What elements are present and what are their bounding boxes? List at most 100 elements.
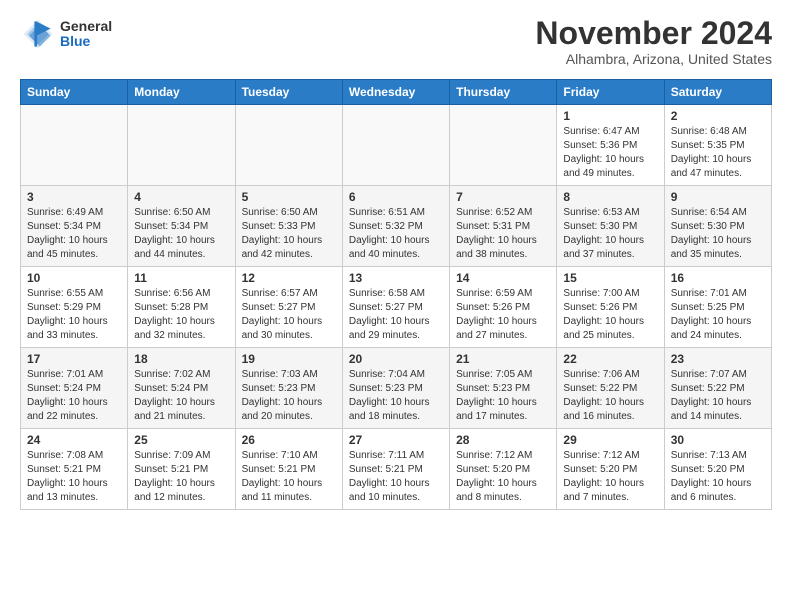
calendar-cell: 10 Sunrise: 6:55 AM Sunset: 5:29 PM Dayli…: [21, 267, 128, 348]
day-number: 20: [349, 352, 443, 366]
day-info: Sunrise: 7:06 AM Sunset: 5:22 PM Dayligh…: [563, 368, 657, 424]
day-number: 13: [349, 271, 443, 285]
calendar-cell: 17 Sunrise: 7:01 AM Sunset: 5:24 PM Dayli…: [21, 348, 128, 429]
calendar-cell: 27 Sunrise: 7:11 AM Sunset: 5:21 PM Dayli…: [342, 429, 449, 510]
day-number: 22: [563, 352, 657, 366]
day-info: Sunrise: 6:51 AM Sunset: 5:32 PM Dayligh…: [349, 206, 443, 262]
calendar-table: SundayMondayTuesdayWednesdayThursdayFrid…: [20, 79, 772, 510]
weekday-header-monday: Monday: [128, 80, 235, 105]
day-info: Sunrise: 7:10 AM Sunset: 5:21 PM Dayligh…: [242, 449, 336, 505]
calendar-cell: 7 Sunrise: 6:52 AM Sunset: 5:31 PM Daylig…: [450, 186, 557, 267]
day-number: 17: [27, 352, 121, 366]
calendar-cell: [235, 105, 342, 186]
day-number: 10: [27, 271, 121, 285]
title-area: November 2024 Alhambra, Arizona, United …: [535, 16, 772, 67]
calendar-cell: 3Sunrise: 6:49 AM Sunset: 5:34 PM Daylig…: [21, 186, 128, 267]
calendar-cell: 8 Sunrise: 6:53 AM Sunset: 5:30 PM Daylig…: [557, 186, 664, 267]
day-number: 2: [671, 109, 765, 123]
page: General Blue November 2024 Alhambra, Ari…: [0, 0, 792, 520]
day-number: 9: [671, 190, 765, 204]
day-info: Sunrise: 7:02 AM Sunset: 5:24 PM Dayligh…: [134, 368, 228, 424]
day-number: 18: [134, 352, 228, 366]
calendar-cell: [342, 105, 449, 186]
calendar-cell: 6 Sunrise: 6:51 AM Sunset: 5:32 PM Daylig…: [342, 186, 449, 267]
day-number: 11: [134, 271, 228, 285]
weekday-header-friday: Friday: [557, 80, 664, 105]
week-row-1: 3Sunrise: 6:49 AM Sunset: 5:34 PM Daylig…: [21, 186, 772, 267]
day-info: Sunrise: 6:50 AM Sunset: 5:33 PM Dayligh…: [242, 206, 336, 262]
day-number: 21: [456, 352, 550, 366]
day-info: Sunrise: 7:07 AM Sunset: 5:22 PM Dayligh…: [671, 368, 765, 424]
day-info: Sunrise: 6:47 AM Sunset: 5:36 PM Dayligh…: [563, 125, 657, 181]
calendar-cell: 5 Sunrise: 6:50 AM Sunset: 5:33 PM Daylig…: [235, 186, 342, 267]
day-number: 8: [563, 190, 657, 204]
day-info: Sunrise: 6:57 AM Sunset: 5:27 PM Dayligh…: [242, 287, 336, 343]
day-info: Sunrise: 7:00 AM Sunset: 5:26 PM Dayligh…: [563, 287, 657, 343]
calendar-cell: 19 Sunrise: 7:03 AM Sunset: 5:23 PM Dayli…: [235, 348, 342, 429]
day-number: 16: [671, 271, 765, 285]
day-number: 7: [456, 190, 550, 204]
day-number: 26: [242, 433, 336, 447]
weekday-header-saturday: Saturday: [664, 80, 771, 105]
day-number: 3: [27, 190, 121, 204]
day-info: Sunrise: 7:04 AM Sunset: 5:23 PM Dayligh…: [349, 368, 443, 424]
calendar-cell: 21 Sunrise: 7:05 AM Sunset: 5:23 PM Dayli…: [450, 348, 557, 429]
weekday-header-tuesday: Tuesday: [235, 80, 342, 105]
day-info: Sunrise: 7:05 AM Sunset: 5:23 PM Dayligh…: [456, 368, 550, 424]
day-info: Sunrise: 6:53 AM Sunset: 5:30 PM Dayligh…: [563, 206, 657, 262]
week-row-0: 1 Sunrise: 6:47 AM Sunset: 5:36 PM Daylig…: [21, 105, 772, 186]
logo-text: General Blue: [60, 19, 112, 50]
week-row-2: 10 Sunrise: 6:55 AM Sunset: 5:29 PM Dayli…: [21, 267, 772, 348]
day-info: Sunrise: 6:54 AM Sunset: 5:30 PM Dayligh…: [671, 206, 765, 262]
calendar-cell: 26 Sunrise: 7:10 AM Sunset: 5:21 PM Dayli…: [235, 429, 342, 510]
day-info: Sunrise: 7:11 AM Sunset: 5:21 PM Dayligh…: [349, 449, 443, 505]
calendar-cell: 12 Sunrise: 6:57 AM Sunset: 5:27 PM Dayli…: [235, 267, 342, 348]
calendar-cell: 11Sunrise: 6:56 AM Sunset: 5:28 PM Dayli…: [128, 267, 235, 348]
calendar-cell: 1 Sunrise: 6:47 AM Sunset: 5:36 PM Daylig…: [557, 105, 664, 186]
day-number: 6: [349, 190, 443, 204]
day-number: 23: [671, 352, 765, 366]
day-number: 1: [563, 109, 657, 123]
day-number: 29: [563, 433, 657, 447]
calendar-cell: 4Sunrise: 6:50 AM Sunset: 5:34 PM Daylig…: [128, 186, 235, 267]
week-row-4: 24 Sunrise: 7:08 AM Sunset: 5:21 PM Dayli…: [21, 429, 772, 510]
day-info: Sunrise: 7:03 AM Sunset: 5:23 PM Dayligh…: [242, 368, 336, 424]
day-number: 28: [456, 433, 550, 447]
day-info: Sunrise: 6:55 AM Sunset: 5:29 PM Dayligh…: [27, 287, 121, 343]
day-number: 30: [671, 433, 765, 447]
day-info: Sunrise: 6:52 AM Sunset: 5:31 PM Dayligh…: [456, 206, 550, 262]
calendar-cell: 29 Sunrise: 7:12 AM Sunset: 5:20 PM Dayli…: [557, 429, 664, 510]
location: Alhambra, Arizona, United States: [535, 51, 772, 67]
day-number: 24: [27, 433, 121, 447]
calendar-cell: 30 Sunrise: 7:13 AM Sunset: 5:20 PM Dayli…: [664, 429, 771, 510]
day-number: 27: [349, 433, 443, 447]
logo-general-text: General: [60, 19, 112, 34]
calendar-cell: [21, 105, 128, 186]
day-info: Sunrise: 7:08 AM Sunset: 5:21 PM Dayligh…: [27, 449, 121, 505]
day-number: 12: [242, 271, 336, 285]
week-row-3: 17 Sunrise: 7:01 AM Sunset: 5:24 PM Dayli…: [21, 348, 772, 429]
day-info: Sunrise: 6:59 AM Sunset: 5:26 PM Dayligh…: [456, 287, 550, 343]
day-number: 14: [456, 271, 550, 285]
calendar-cell: 16 Sunrise: 7:01 AM Sunset: 5:25 PM Dayli…: [664, 267, 771, 348]
day-number: 19: [242, 352, 336, 366]
weekday-header-sunday: Sunday: [21, 80, 128, 105]
weekday-header-thursday: Thursday: [450, 80, 557, 105]
day-info: Sunrise: 7:01 AM Sunset: 5:25 PM Dayligh…: [671, 287, 765, 343]
day-info: Sunrise: 7:09 AM Sunset: 5:21 PM Dayligh…: [134, 449, 228, 505]
day-info: Sunrise: 7:12 AM Sunset: 5:20 PM Dayligh…: [456, 449, 550, 505]
calendar-cell: 22 Sunrise: 7:06 AM Sunset: 5:22 PM Dayli…: [557, 348, 664, 429]
day-info: Sunrise: 7:12 AM Sunset: 5:20 PM Dayligh…: [563, 449, 657, 505]
month-title: November 2024: [535, 16, 772, 51]
weekday-header-row: SundayMondayTuesdayWednesdayThursdayFrid…: [21, 80, 772, 105]
day-info: Sunrise: 7:01 AM Sunset: 5:24 PM Dayligh…: [27, 368, 121, 424]
logo-icon: [20, 16, 56, 52]
day-number: 4: [134, 190, 228, 204]
calendar-cell: 2Sunrise: 6:48 AM Sunset: 5:35 PM Daylig…: [664, 105, 771, 186]
header: General Blue November 2024 Alhambra, Ari…: [20, 16, 772, 67]
day-info: Sunrise: 7:13 AM Sunset: 5:20 PM Dayligh…: [671, 449, 765, 505]
day-number: 5: [242, 190, 336, 204]
calendar-cell: 9 Sunrise: 6:54 AM Sunset: 5:30 PM Daylig…: [664, 186, 771, 267]
calendar-cell: 23 Sunrise: 7:07 AM Sunset: 5:22 PM Dayli…: [664, 348, 771, 429]
day-info: Sunrise: 6:58 AM Sunset: 5:27 PM Dayligh…: [349, 287, 443, 343]
